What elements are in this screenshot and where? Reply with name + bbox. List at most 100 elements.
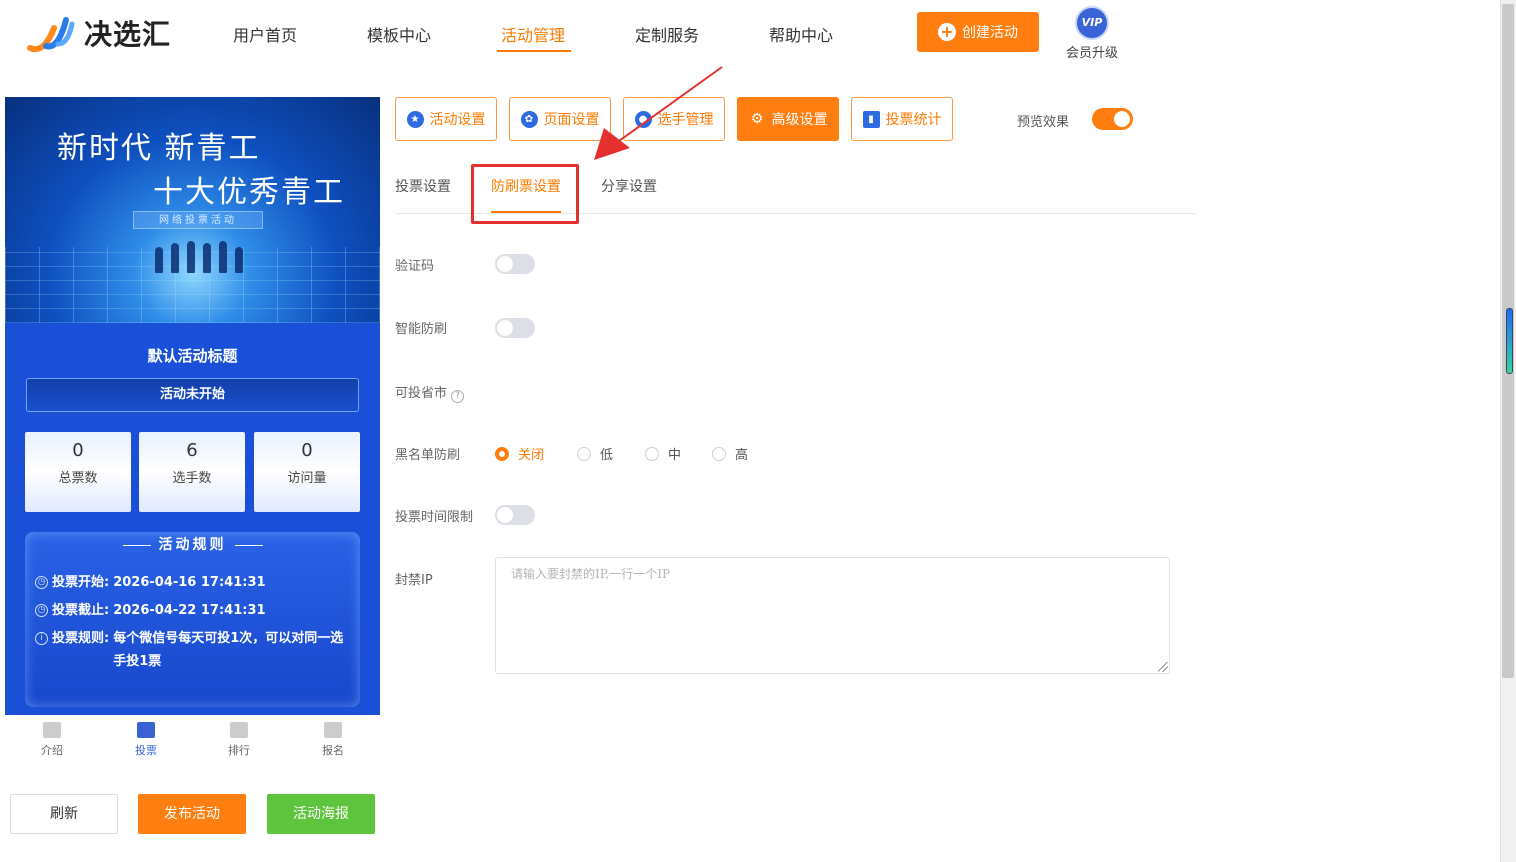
vote-icon	[137, 722, 155, 738]
smart-anti-fraud-label: 智能防刷	[395, 322, 448, 337]
brand-name: 决选汇	[84, 18, 172, 51]
nav-custom-service[interactable]: 定制服务	[635, 22, 699, 46]
star-icon: ★	[406, 110, 424, 128]
phone-nav-label: 报名	[322, 744, 344, 757]
tab-vote-settings[interactable]: 投票设置	[395, 176, 451, 196]
radio-label: 低	[600, 448, 614, 463]
radio-label: 关闭	[518, 448, 545, 463]
ban-ip-label: 封禁IP	[395, 573, 433, 588]
floating-indicator	[1506, 308, 1513, 374]
banner-headline-2: 十大优秀青工	[153, 175, 345, 210]
annotation-arrow-icon	[594, 66, 723, 160]
clock-icon: ◷	[35, 576, 48, 589]
rule-value: 2026-04-22 17:41:31	[113, 603, 266, 618]
activity-title: 默认活动标题	[147, 347, 238, 365]
plus-circle-icon: +	[938, 23, 956, 41]
annotation-highlight-box	[471, 164, 579, 224]
stat-value: 6	[186, 440, 198, 461]
stat-candidates: 6 选手数	[139, 432, 245, 512]
rule-key: 投票截止:	[52, 603, 110, 618]
bar-chart-icon: ▮	[862, 110, 880, 128]
nav-templates[interactable]: 模板中心	[367, 22, 431, 46]
stat-value: 0	[72, 440, 84, 461]
blacklist-option-high[interactable]: 高	[712, 444, 748, 463]
blacklist-option-low[interactable]: 低	[577, 444, 613, 463]
phone-nav-ranking[interactable]: 排行	[209, 720, 269, 758]
rule-value: 2026-04-16 17:41:31	[113, 575, 266, 590]
phone-nav-label: 排行	[228, 744, 250, 757]
time-limit-switch[interactable]	[495, 505, 535, 525]
nav-help-center[interactable]: 帮助中心	[769, 22, 833, 46]
rules-title: 活动规则	[5, 534, 380, 554]
vote-statistics-button[interactable]: ▮ 投票统计	[851, 97, 953, 141]
phone-nav-intro[interactable]: 介绍	[22, 720, 82, 758]
blacklist-label: 黑名单防刷	[395, 448, 461, 463]
phone-preview: 新时代 新青工 十大优秀青工 网络投票活动 默认活动标题 活动未开始 0 总票数…	[5, 97, 380, 715]
toolbar-label: 高级设置	[771, 112, 828, 128]
vip-badge-icon: VIP	[1075, 6, 1109, 40]
preview-effect-label: 预览效果	[1017, 115, 1070, 130]
preview-effect-toggle[interactable]	[1092, 108, 1133, 130]
toggle-knob	[1114, 111, 1130, 127]
runner-silhouette	[203, 243, 211, 273]
radio-label: 高	[735, 448, 749, 463]
rule-key: 投票规则:	[52, 631, 110, 646]
toolbar-label: 活动设置	[429, 112, 486, 128]
publish-activity-button[interactable]: 发布活动	[138, 794, 246, 834]
captcha-switch[interactable]	[495, 254, 535, 274]
brand-logo[interactable]: 决选汇	[24, 10, 184, 56]
region-limit-text: 可投省市	[395, 386, 448, 401]
runner-silhouette	[187, 241, 195, 273]
activity-settings-button[interactable]: ★ 活动设置	[395, 97, 497, 141]
rule-value: 每个微信号每天可投1次，可以对同一选手投1票	[113, 631, 344, 669]
runner-silhouette	[171, 243, 179, 273]
phone-nav-label: 投票	[135, 744, 157, 757]
rule-vote-policy: i 投票规则: 每个微信号每天可投1次，可以对同一选手投1票	[35, 627, 353, 673]
runner-silhouette	[219, 241, 227, 273]
settings-sliders-icon: ⚙	[750, 110, 764, 127]
create-activity-button[interactable]: + 创建活动	[917, 12, 1039, 52]
time-limit-label: 投票时间限制	[395, 510, 474, 525]
ban-ip-textarea[interactable]	[495, 557, 1170, 674]
stat-value: 0	[301, 440, 313, 461]
region-limit-label: 可投省市?	[395, 382, 465, 403]
stat-label: 总票数	[58, 471, 98, 486]
create-activity-label: 创建活动	[962, 25, 1018, 41]
activity-banner: 新时代 新青工 十大优秀青工 网络投票活动	[5, 97, 380, 323]
phone-nav-label: 介绍	[41, 744, 63, 757]
crown-icon	[230, 722, 248, 738]
switch-knob	[497, 507, 513, 523]
blacklist-option-medium[interactable]: 中	[645, 444, 681, 463]
banner-subtitle: 网络投票活动	[133, 211, 263, 229]
runner-silhouette	[155, 247, 163, 273]
stat-visits: 0 访问量	[254, 432, 360, 512]
smart-anti-fraud-switch[interactable]	[495, 318, 535, 338]
question-circle-icon[interactable]: ?	[451, 390, 465, 403]
blacklist-option-off[interactable]: 关闭	[495, 444, 544, 463]
refresh-button[interactable]: 刷新	[10, 794, 118, 834]
rule-key: 投票开始:	[52, 575, 110, 590]
vip-upgrade-label: 会员升级	[1065, 46, 1118, 61]
clock-icon: ◷	[35, 604, 48, 617]
stat-label: 访问量	[287, 471, 327, 486]
flag-icon	[324, 722, 342, 738]
textarea-resize-handle[interactable]	[1158, 662, 1168, 672]
vip-upgrade[interactable]: VIP 会员升级	[1060, 6, 1124, 61]
toolbar-label: 投票统计	[885, 112, 942, 128]
nav-activity-management[interactable]: 活动管理	[501, 22, 565, 46]
advanced-settings-button[interactable]: ⚙ 高级设置	[737, 97, 839, 141]
tab-share-settings[interactable]: 分享设置	[601, 176, 657, 196]
nav-active-underline	[497, 50, 571, 52]
radio-dot	[645, 446, 659, 461]
phone-nav-vote[interactable]: 投票	[116, 720, 176, 758]
nav-home[interactable]: 用户首页	[233, 22, 297, 46]
switch-knob	[497, 256, 513, 272]
info-icon: i	[35, 632, 48, 645]
switch-knob	[497, 320, 513, 336]
stat-total-votes: 0 总票数	[25, 432, 131, 512]
phone-nav-signup[interactable]: 报名	[303, 720, 363, 758]
runner-silhouette	[235, 247, 243, 273]
rule-end-time: ◷ 投票截止: 2026-04-22 17:41:31	[35, 599, 353, 622]
stat-label: 选手数	[172, 471, 212, 486]
activity-poster-button[interactable]: 活动海报	[267, 794, 375, 834]
